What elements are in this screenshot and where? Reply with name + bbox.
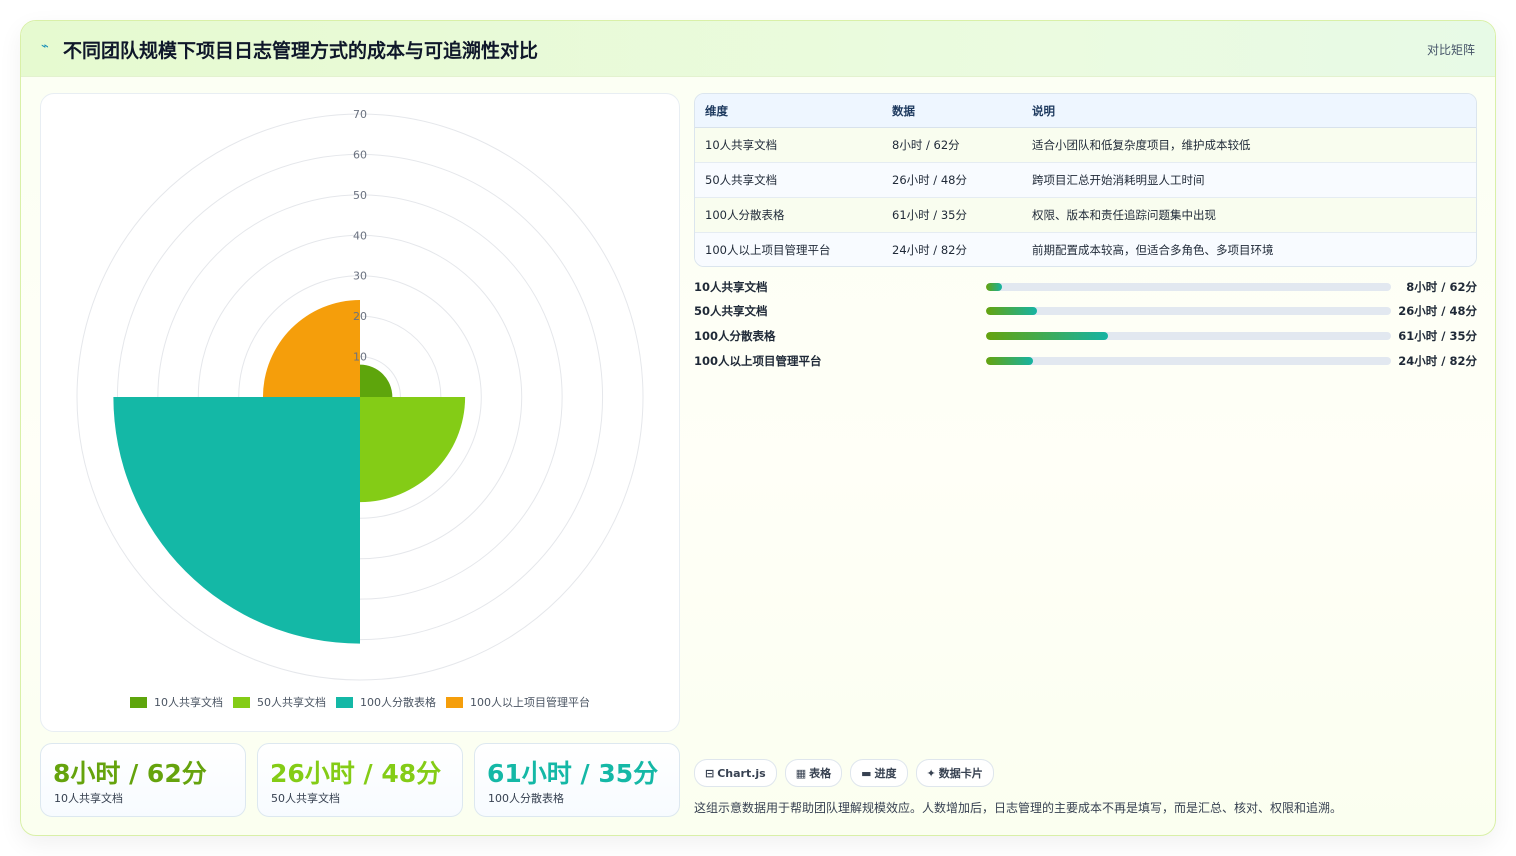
- legend-swatch: [446, 696, 463, 708]
- table-row: 10人共享文档 8小时 / 62分 适合小团队和低复杂度项目，维护成本较低: [695, 127, 1476, 163]
- progress-fill: [986, 357, 1033, 365]
- progress-value: 26小时 / 48分: [1398, 304, 1477, 318]
- table-row: 100人分散表格 61小时 / 35分 权限、版本和责任追踪问题集中出现: [695, 197, 1476, 233]
- legend-label: 50人共享文档: [257, 696, 326, 709]
- cell-dimension: 100人分散表格: [695, 197, 882, 233]
- chip-label: 表格: [809, 767, 832, 780]
- r-tick-label: 60: [353, 148, 367, 161]
- stat-card: 26小时 / 48分 50人共享文档: [257, 743, 463, 817]
- feature-chips: ⊟ Chart.js ▦ 表格 ▬ 进度 ✦ 数据卡片: [694, 759, 994, 787]
- progress-row: 100人以上项目管理平台 24小时 / 82分: [694, 353, 1477, 368]
- table-icon: ▦: [795, 766, 807, 780]
- column-header: 数据: [882, 94, 1022, 128]
- legend-label: 100人以上项目管理平台: [470, 696, 590, 709]
- legend-swatch: [233, 696, 250, 708]
- progress-fill: [986, 307, 1037, 315]
- table-row: 50人共享文档 26小时 / 48分 跨项目汇总开始消耗明显人工时间: [695, 162, 1476, 198]
- legend-item[interactable]: 100人以上项目管理平台: [446, 694, 590, 710]
- footnote: 这组示意数据用于帮助团队理解规模效应。人数增加后，日志管理的主要成本不再是填写，…: [694, 801, 1343, 815]
- progress-track: [986, 332, 1391, 340]
- progress-row: 100人分散表格 61小时 / 35分: [694, 328, 1477, 343]
- legend-label: 100人分散表格: [360, 696, 436, 709]
- chip-data-cards[interactable]: ✦ 数据卡片: [915, 759, 994, 787]
- cell-note: 跨项目汇总开始消耗明显人工时间: [1022, 162, 1476, 198]
- progress-track: [986, 283, 1391, 291]
- dashboard-card: ⌁ 不同团队规模下项目日志管理方式的成本与可追溯性对比 对比矩阵 10 20 30 4…: [20, 20, 1496, 836]
- progress-track: [986, 307, 1391, 315]
- stat-card: 8小时 / 62分 10人共享文档: [40, 743, 246, 817]
- r-tick-label: 20: [353, 310, 367, 323]
- cell-note: 前期配置成本较高，但适合多角色、多项目环境: [1022, 232, 1476, 266]
- legend-item[interactable]: 50人共享文档: [233, 694, 326, 710]
- polar-sector-4[interactable]: [262, 299, 360, 397]
- stat-value: 61小时 / 35分: [487, 759, 659, 788]
- r-tick-label: 40: [353, 229, 367, 242]
- cell-data: 24小时 / 82分: [882, 232, 1022, 266]
- page-title: 不同团队规模下项目日志管理方式的成本与可追溯性对比: [63, 40, 539, 62]
- stat-label: 100人分散表格: [488, 792, 564, 805]
- column-header: 说明: [1022, 94, 1476, 128]
- progress-label: 10人共享文档: [694, 280, 768, 294]
- polar-area-chart: 10 20 30 40 50 60 70: [76, 108, 644, 681]
- table-row: 100人以上项目管理平台 24小时 / 82分 前期配置成本较高，但适合多角色、…: [695, 232, 1476, 266]
- legend-swatch: [130, 696, 147, 708]
- cell-data: 61小时 / 35分: [882, 197, 1022, 233]
- chip-label: Chart.js: [717, 766, 766, 780]
- chart-legend: 10人共享文档 50人共享文档 100人分散表格 100人以上项目管理平台: [41, 694, 679, 710]
- table-header-row: 维度 数据 说明: [695, 94, 1476, 128]
- cell-dimension: 50人共享文档: [695, 162, 882, 198]
- header: ⌁ 不同团队规模下项目日志管理方式的成本与可追溯性对比 对比矩阵: [21, 21, 1495, 77]
- progress-fill: [986, 332, 1108, 340]
- progress-label: 50人共享文档: [694, 304, 768, 318]
- stat-value: 26小时 / 48分: [270, 759, 442, 788]
- r-tick-label: 70: [353, 108, 367, 121]
- progress-value: 8小时 / 62分: [1406, 280, 1477, 294]
- sparkle-icon: ✦: [926, 766, 936, 780]
- legend-item[interactable]: 10人共享文档: [130, 694, 223, 710]
- polar-sector-3[interactable]: [113, 397, 360, 644]
- progress-track: [986, 357, 1391, 365]
- progress-fill: [986, 283, 1002, 291]
- cell-data: 26小时 / 48分: [882, 162, 1022, 198]
- progress-value: 24小时 / 82分: [1398, 354, 1477, 368]
- cell-dimension: 10人共享文档: [695, 127, 882, 163]
- chip-table[interactable]: ▦ 表格: [784, 759, 843, 787]
- progress-label: 100人以上项目管理平台: [694, 354, 822, 368]
- r-tick-label: 10: [353, 351, 367, 364]
- polar-sector-1[interactable]: [360, 364, 393, 397]
- pulse-icon: ⌁: [41, 39, 49, 54]
- chip-label: 数据卡片: [938, 767, 983, 780]
- comparison-table: 维度 数据 说明 10人共享文档 8小时 / 62分 适合小团队和低复杂度项目，…: [694, 93, 1477, 267]
- cell-data: 8小时 / 62分: [882, 127, 1022, 163]
- view-tag[interactable]: 对比矩阵: [1427, 41, 1475, 58]
- stat-label: 50人共享文档: [271, 792, 340, 805]
- progress-icon: ▬: [861, 766, 872, 780]
- stat-value: 8小时 / 62分: [53, 759, 207, 788]
- r-tick-label: 50: [353, 189, 367, 202]
- legend-item[interactable]: 100人分散表格: [336, 694, 436, 710]
- polar-chart-panel: 10 20 30 40 50 60 70 10人共享文档 50人共享文档 100人分散表格 …: [40, 93, 680, 732]
- progress-value: 61小时 / 35分: [1398, 329, 1477, 343]
- cell-note: 适合小团队和低复杂度项目，维护成本较低: [1022, 127, 1476, 163]
- column-header: 维度: [695, 94, 882, 128]
- cell-note: 权限、版本和责任追踪问题集中出现: [1022, 197, 1476, 233]
- chart-icon: ⊟: [705, 766, 715, 780]
- chip-label: 进度: [874, 767, 897, 780]
- legend-label: 10人共享文档: [154, 696, 223, 709]
- stat-card: 61小时 / 35分 100人分散表格: [474, 743, 680, 817]
- cell-dimension: 100人以上项目管理平台: [695, 232, 882, 266]
- progress-row: 10人共享文档 8小时 / 62分: [694, 279, 1477, 294]
- legend-swatch: [336, 696, 353, 708]
- stat-label: 10人共享文档: [54, 792, 123, 805]
- progress-row: 50人共享文档 26小时 / 48分: [694, 303, 1477, 318]
- chip-progress[interactable]: ▬ 进度: [850, 759, 908, 787]
- polar-sector-2[interactable]: [360, 397, 466, 503]
- progress-label: 100人分散表格: [694, 329, 776, 343]
- r-tick-label: 30: [353, 270, 367, 283]
- chip-chartjs[interactable]: ⊟ Chart.js: [694, 759, 777, 787]
